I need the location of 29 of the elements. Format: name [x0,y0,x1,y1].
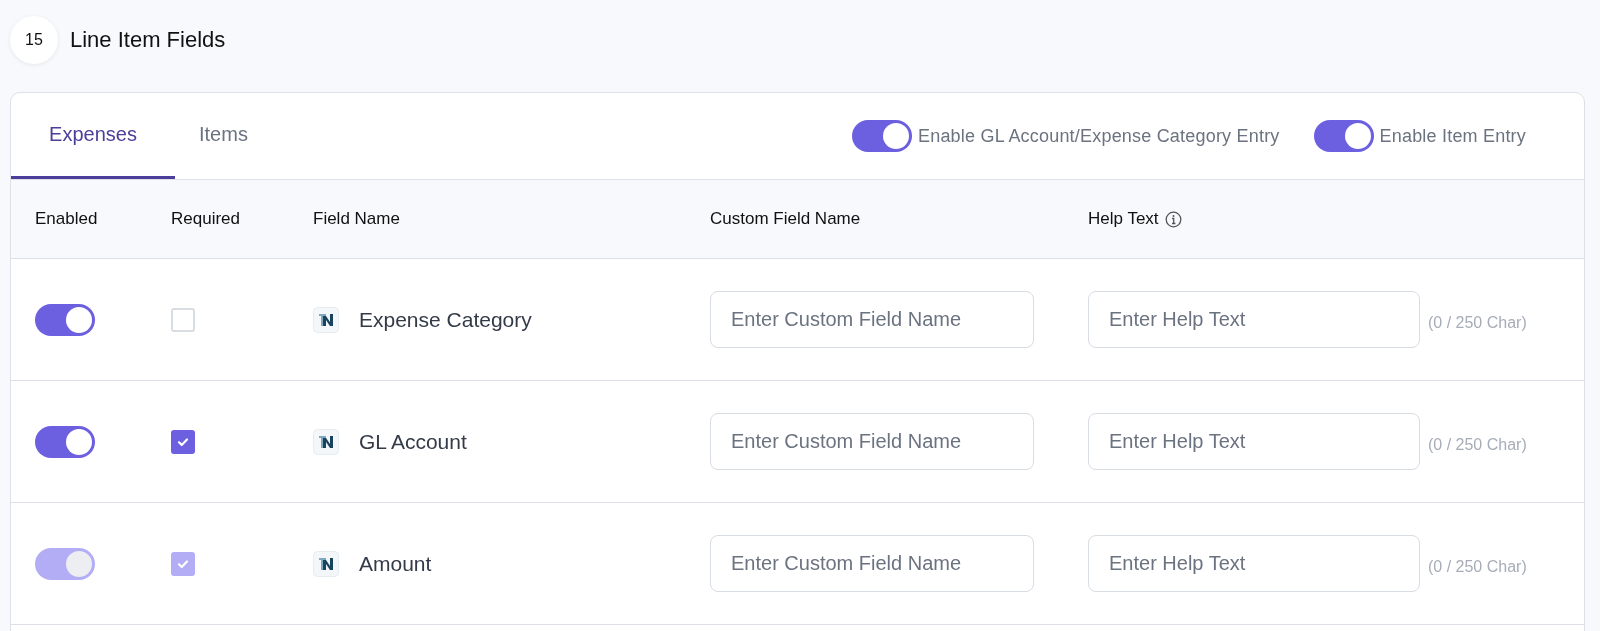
toggle-switch[interactable] [35,425,95,458]
custom-field-name-input[interactable]: Enter Custom Field Name [710,413,1034,470]
column-header: Required [171,209,241,229]
section-title: Line Item Fields [70,27,226,53]
toggle-label: Enable GL Account/Expense Category Entry [918,125,1280,147]
character-counter: (0 / 250 Char) [1428,557,1527,576]
tab[interactable]: Items [175,93,272,179]
field-name: Expense Category [359,307,532,332]
toggle-switch[interactable] [852,120,912,152]
toggle-switch[interactable] [1313,120,1374,152]
field-name: GL Account [359,429,467,454]
column-header: Custom Field Name [710,209,862,229]
logo-icon [313,428,339,455]
toggle-switch[interactable] [35,303,95,336]
column-header: Enabled [35,209,99,229]
column-header: Help Text [1088,209,1159,229]
help-text-input[interactable]: Enter Help Text [1088,291,1420,348]
help-text-input[interactable]: Enter Help Text [1088,413,1420,470]
toggle-label: Enable Item Entry [1379,125,1526,147]
checkbox[interactable] [171,429,195,454]
field-name: Amount [359,551,432,576]
column-header: Field Name [313,209,401,229]
custom-field-name-input[interactable]: Enter Custom Field Name [710,291,1034,348]
logo-icon [313,550,339,577]
character-counter: (0 / 250 Char) [1428,435,1527,454]
info-icon[interactable] [1164,210,1182,228]
logo-icon [313,306,339,333]
character-counter: (0 / 250 Char) [1428,313,1527,332]
step-number-badge: 15 [10,16,58,64]
